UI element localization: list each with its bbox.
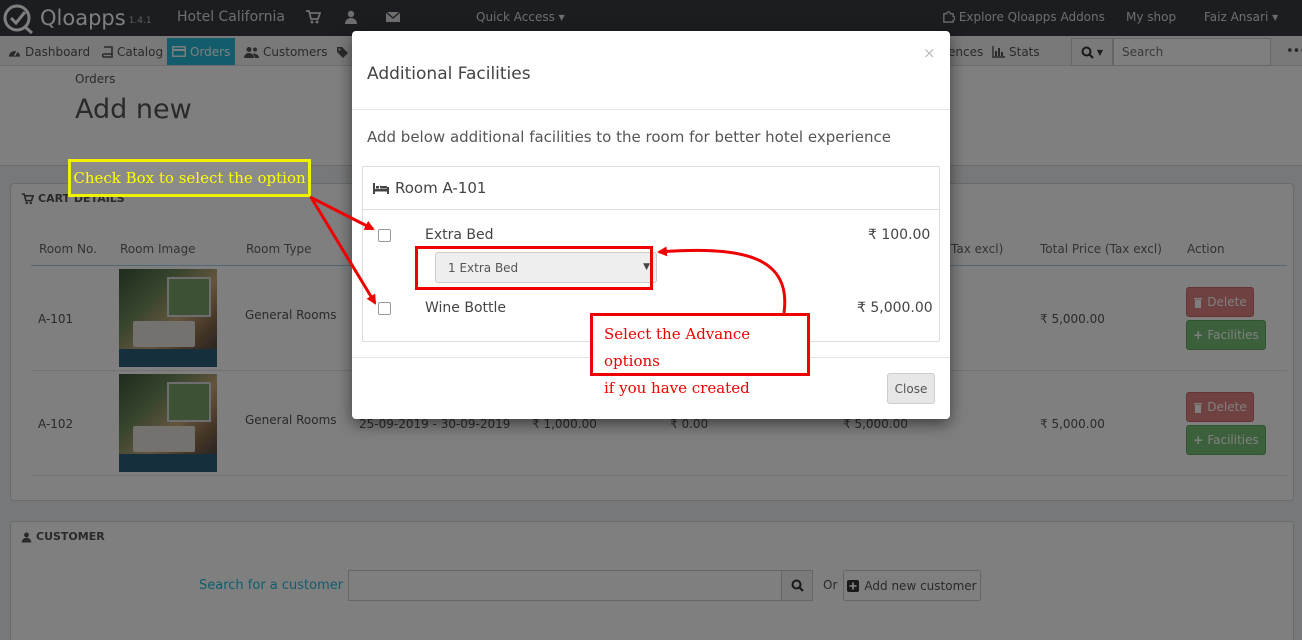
- close-icon[interactable]: ×: [923, 44, 936, 62]
- modal-header-divider: [352, 109, 950, 110]
- select-highlight-box: [415, 246, 653, 290]
- advance-options-callout: Select the Advance options if you have c…: [590, 313, 810, 397]
- modal-title: Additional Facilities: [367, 64, 531, 84]
- checkbox-callout: Check Box to select the option: [68, 159, 311, 197]
- wine-bottle-checkbox[interactable]: [378, 302, 391, 315]
- facility-name: Extra Bed: [425, 227, 494, 243]
- facility-name: Wine Bottle: [425, 300, 507, 316]
- modal-description: Add below additional facilities to the r…: [367, 128, 892, 146]
- room-heading: Room A-101: [363, 167, 939, 210]
- facility-price: ₹ 100.00: [868, 227, 931, 243]
- close-button[interactable]: Close: [887, 373, 935, 404]
- bed-icon: [373, 182, 389, 194]
- callout-line: Select the Advance options: [604, 325, 751, 370]
- extra-bed-checkbox[interactable]: [378, 229, 391, 242]
- facility-price: ₹ 5,000.00: [857, 300, 933, 316]
- callout-line: if you have created: [604, 379, 750, 397]
